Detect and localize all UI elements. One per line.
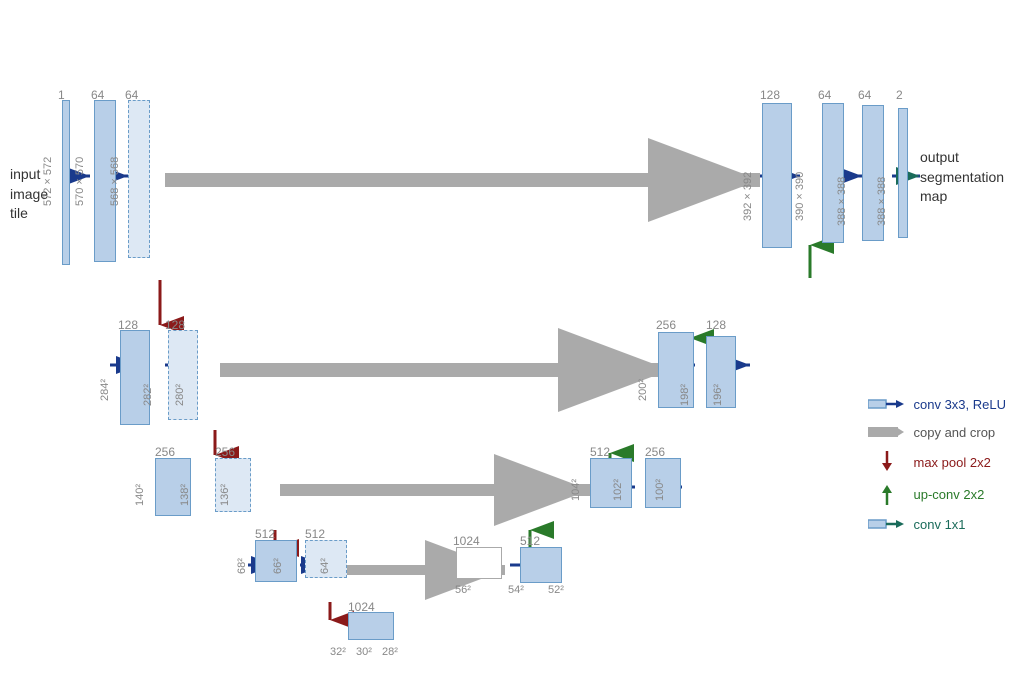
dec2-size3: 196² — [712, 384, 724, 406]
dec3-size1: 104² — [570, 479, 582, 501]
dec2-size2: 198² — [679, 384, 691, 406]
dec3-ch2: 256 — [645, 445, 665, 459]
enc1-block1 — [62, 100, 70, 265]
input-label: inputimagetile — [10, 165, 48, 224]
output-label: outputsegmentationmap — [920, 148, 1004, 207]
legend: conv 3x3, ReLU copy and crop max pool 2x… — [868, 395, 1007, 543]
bridge-size2: 54² — [508, 584, 524, 596]
dec3-block1 — [590, 458, 632, 508]
up-conv-icon — [868, 483, 906, 505]
diagram-canvas: 1 64 64 572 × 572 570 × 570 568 × 568 12… — [0, 0, 1024, 682]
bridge-block1 — [456, 547, 502, 579]
enc4-ch1: 512 — [255, 527, 275, 541]
conv-relu-icon — [868, 395, 906, 413]
legend-conv-relu: conv 3x3, ReLU — [868, 395, 1007, 413]
bridge-ch1: 1024 — [453, 534, 480, 548]
dec2-size1: 200² — [637, 379, 649, 401]
bottom-size1: 32² — [330, 646, 346, 658]
bridge-size3: 52² — [548, 584, 564, 596]
conv-1x1-icon — [868, 515, 906, 533]
enc1-ch1-label: 1 — [58, 88, 65, 102]
enc2-ch1: 128 — [118, 318, 138, 332]
dec1-size1: 392 × 392 — [742, 172, 754, 221]
dec2-ch2: 128 — [706, 318, 726, 332]
enc3-ch1: 256 — [155, 445, 175, 459]
enc4-ch2: 512 — [305, 527, 325, 541]
copy-crop-icon — [868, 423, 906, 441]
legend-copy-crop: copy and crop — [868, 423, 1007, 441]
bottom-ch1: 1024 — [348, 600, 375, 614]
enc1-block3 — [128, 100, 150, 258]
enc2-block1 — [120, 330, 150, 425]
enc2-block2 — [168, 330, 198, 420]
legend-copy-crop-label: copy and crop — [914, 425, 996, 440]
bridge-block2 — [520, 547, 562, 583]
bridge-ch2: 512 — [520, 534, 540, 548]
legend-conv-1x1: conv 1x1 — [868, 515, 1007, 533]
dec3-size2: 102² — [612, 479, 624, 501]
enc1-size3: 568 × 568 — [109, 157, 121, 206]
enc1-ch2-label: 64 — [91, 88, 104, 102]
dec3-size3: 100² — [654, 479, 666, 501]
enc3-ch2: 256 — [215, 445, 235, 459]
dec1-block4 — [898, 108, 908, 238]
connection-arrows — [0, 0, 1024, 682]
legend-max-pool-label: max pool 2x2 — [914, 455, 991, 470]
bottom-size2: 30² — [356, 646, 372, 658]
dec1-size2: 390 × 390 — [794, 172, 806, 221]
legend-up-conv: up-conv 2x2 — [868, 483, 1007, 505]
dec1-ch3: 64 — [858, 88, 871, 102]
enc3-size2: 138² — [179, 484, 191, 506]
enc4-size3: 64² — [319, 558, 331, 574]
enc1-ch3-label: 64 — [125, 88, 138, 102]
dec2-ch1: 256 — [656, 318, 676, 332]
enc2-size2: 282² — [142, 384, 154, 406]
legend-up-conv-label: up-conv 2x2 — [914, 487, 985, 502]
dec1-block1 — [762, 103, 792, 248]
enc3-size1: 140² — [134, 484, 146, 506]
bottom-block1 — [348, 612, 394, 640]
dec1-size4: 388 × 388 — [876, 177, 888, 226]
enc1-size2: 570 × 570 — [74, 157, 86, 206]
bottom-size3: 28² — [382, 646, 398, 658]
dec1-ch4: 2 — [896, 88, 903, 102]
enc2-size3: 280² — [174, 384, 186, 406]
bridge-size1: 56² — [455, 584, 471, 596]
dec1-ch2: 64 — [818, 88, 831, 102]
max-pool-icon — [868, 451, 906, 473]
legend-conv-relu-label: conv 3x3, ReLU — [914, 397, 1007, 412]
dec1-size3: 388 × 388 — [836, 177, 848, 226]
legend-max-pool: max pool 2x2 — [868, 451, 1007, 473]
enc2-ch2: 128 — [165, 318, 185, 332]
dec1-ch1: 128 — [760, 88, 780, 102]
enc2-size1: 284² — [99, 379, 111, 401]
enc4-size1: 68² — [236, 558, 248, 574]
dec3-ch1: 512 — [590, 445, 610, 459]
legend-conv-1x1-label: conv 1x1 — [914, 517, 966, 532]
enc4-size2: 66² — [272, 558, 284, 574]
enc3-size3: 136² — [219, 484, 231, 506]
